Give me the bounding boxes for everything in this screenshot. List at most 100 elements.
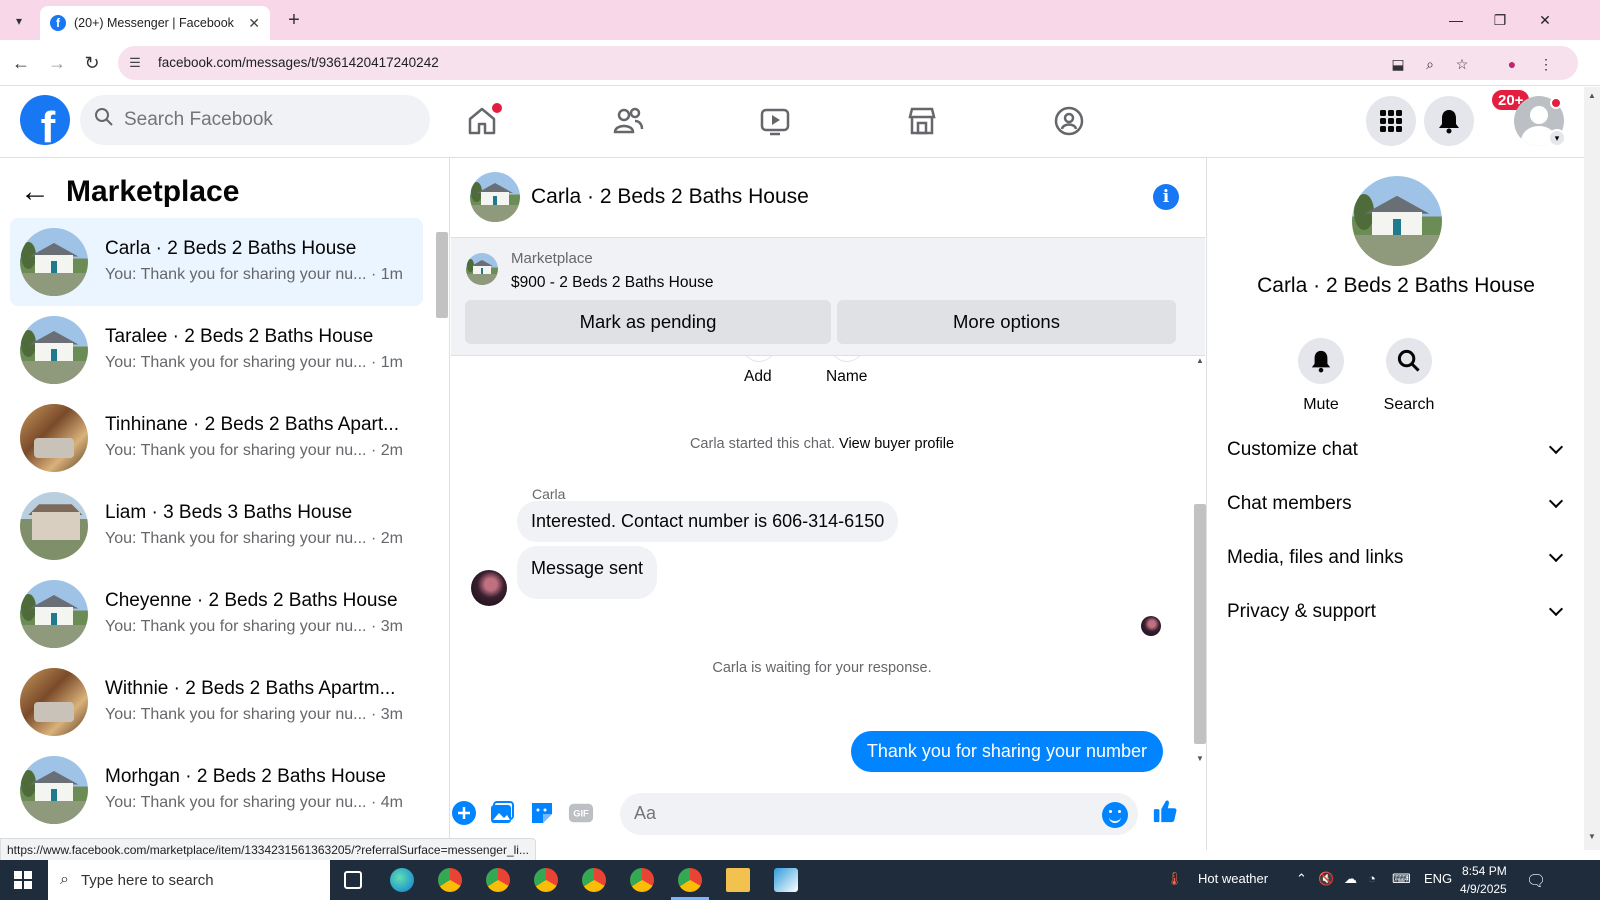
cloud-icon[interactable]: ☁ bbox=[1344, 871, 1357, 887]
privacy-support-section[interactable]: Privacy & support bbox=[1227, 592, 1567, 632]
media-files-links-section[interactable]: Media, files and links bbox=[1227, 538, 1567, 578]
windows-start-icon[interactable] bbox=[14, 871, 32, 889]
scroll-up-arrow-icon[interactable]: ▲ bbox=[1588, 91, 1596, 100]
scroll-up-arrow-icon[interactable]: ▲ bbox=[1194, 356, 1206, 365]
chrome-profile-icon[interactable] bbox=[582, 868, 606, 892]
facebook-search-box[interactable] bbox=[80, 95, 430, 145]
sender-avatar[interactable] bbox=[471, 570, 507, 606]
file-explorer-icon[interactable] bbox=[726, 868, 750, 892]
mark-as-pending-button[interactable]: Mark as pending bbox=[465, 300, 831, 344]
gif-button[interactable]: GIF bbox=[568, 800, 594, 826]
forward-button[interactable]: → bbox=[45, 51, 69, 75]
conversation-item[interactable]: Withnie · 2 Beds 2 Baths Apartm... You: … bbox=[10, 658, 423, 746]
name-circle[interactable] bbox=[830, 356, 864, 362]
bookmark-star-icon[interactable]: ☆ bbox=[1452, 54, 1472, 74]
install-app-icon[interactable]: ⬓ bbox=[1388, 54, 1408, 74]
facebook-logo[interactable]: f bbox=[20, 95, 70, 145]
minimize-button[interactable]: — bbox=[1436, 6, 1476, 34]
keyboard-icon[interactable]: ⌨ bbox=[1392, 871, 1411, 887]
add-label[interactable]: Add bbox=[744, 368, 772, 386]
chat-members-section[interactable]: Chat members bbox=[1227, 484, 1567, 524]
conversation-item[interactable]: Tinhinane · 2 Beds 2 Baths Apart... You:… bbox=[10, 394, 423, 482]
account-chevron-down-icon[interactable]: ▾ bbox=[1548, 129, 1566, 147]
chat-scrollbar[interactable]: ▲ ▼ bbox=[1194, 356, 1206, 776]
search-in-chat-button[interactable]: Search bbox=[1369, 338, 1449, 414]
weather-icon[interactable]: 🌡 bbox=[1166, 871, 1183, 887]
conversation-item[interactable]: Cheyenne · 2 Beds 2 Baths House You: Tha… bbox=[10, 570, 423, 658]
name-label[interactable]: Name bbox=[826, 368, 867, 386]
scroll-down-arrow-icon[interactable]: ▼ bbox=[1194, 754, 1206, 763]
watch-nav-button[interactable] bbox=[755, 101, 795, 141]
new-tab-button[interactable]: + bbox=[282, 8, 306, 32]
more-options-button[interactable]: More options bbox=[837, 300, 1176, 344]
chrome-profile-icon[interactable] bbox=[534, 868, 558, 892]
photos-icon[interactable] bbox=[774, 868, 798, 892]
groups-nav-button[interactable] bbox=[1049, 101, 1089, 141]
view-buyer-profile-link[interactable]: View buyer profile bbox=[839, 436, 954, 452]
add-circle[interactable] bbox=[742, 356, 776, 362]
wifi-icon[interactable]: ◔ bbox=[1368, 871, 1376, 886]
zoom-icon[interactable]: ⌕ bbox=[1420, 54, 1440, 74]
restore-button[interactable]: ❐ bbox=[1480, 6, 1520, 34]
notifications-button[interactable] bbox=[1424, 96, 1474, 146]
info-icon[interactable]: i bbox=[1153, 184, 1179, 210]
friends-nav-button[interactable] bbox=[608, 101, 648, 141]
chrome-icon[interactable] bbox=[438, 868, 462, 892]
more-actions-button[interactable] bbox=[451, 800, 477, 826]
message-input[interactable] bbox=[634, 803, 1074, 824]
listing-price-title[interactable]: $900 - 2 Beds 2 Baths House bbox=[511, 274, 714, 292]
customize-chat-section[interactable]: Customize chat bbox=[1227, 430, 1567, 470]
clock-date[interactable]: 4/9/2025 bbox=[1460, 882, 1507, 896]
marketplace-nav-button[interactable] bbox=[902, 101, 942, 141]
conversation-item[interactable]: Liam · 3 Beds 3 Baths House You: Thank y… bbox=[10, 482, 423, 570]
clock-time[interactable]: 8:54 PM bbox=[1462, 864, 1507, 878]
emoji-icon[interactable] bbox=[1102, 802, 1128, 828]
like-send-button[interactable] bbox=[1152, 798, 1178, 824]
chrome-active-icon[interactable] bbox=[678, 868, 702, 892]
tab-search-dropdown[interactable]: ▾ bbox=[8, 10, 30, 32]
tray-chevron-up-icon[interactable]: ⌃ bbox=[1296, 871, 1307, 887]
attach-photo-button[interactable] bbox=[489, 800, 515, 826]
mute-button[interactable]: Mute bbox=[1281, 338, 1361, 414]
language-indicator[interactable]: ENG bbox=[1424, 871, 1452, 886]
outgoing-message[interactable]: Thank you for sharing your number bbox=[850, 731, 1163, 772]
mute-label: Mute bbox=[1303, 396, 1339, 413]
message-input-wrapper[interactable] bbox=[620, 793, 1138, 835]
conversation-item[interactable]: Taralee · 2 Beds 2 Baths House You: Than… bbox=[10, 306, 423, 394]
task-view-icon[interactable] bbox=[344, 871, 362, 889]
profile-icon[interactable]: ● bbox=[1502, 54, 1522, 74]
menu-grid-button[interactable] bbox=[1366, 96, 1416, 146]
chrome-profile-icon[interactable] bbox=[630, 868, 654, 892]
chrome-menu-icon[interactable]: ⋮ bbox=[1536, 54, 1556, 74]
listing-thumbnail[interactable] bbox=[466, 253, 498, 285]
home-nav-button[interactable] bbox=[462, 101, 502, 141]
details-listing-avatar[interactable] bbox=[1352, 176, 1442, 266]
notification-center-icon[interactable]: 🗨 bbox=[1526, 871, 1546, 891]
taskbar-search-box[interactable]: ⌕ Type here to search bbox=[48, 860, 330, 900]
tab-close-icon[interactable]: ✕ bbox=[248, 15, 260, 32]
incoming-message[interactable]: Interested. Contact number is 606-314-61… bbox=[517, 501, 899, 542]
back-button[interactable]: ← bbox=[9, 51, 33, 75]
conversation-item[interactable]: Morhgan · 2 Beds 2 Baths House You: Than… bbox=[10, 746, 423, 834]
browser-tab[interactable]: f (20+) Messenger | Facebook ✕ bbox=[40, 6, 270, 40]
facebook-search-input[interactable] bbox=[124, 109, 404, 131]
omnibox[interactable]: ☰ facebook.com/messages/t/93614204172402… bbox=[118, 46, 1578, 80]
conversation-list: Carla · 2 Beds 2 Baths House You: Thank … bbox=[10, 218, 423, 834]
chat-listing-avatar[interactable] bbox=[470, 172, 520, 222]
reload-button[interactable]: ↻ bbox=[80, 51, 104, 75]
close-window-button[interactable]: ✕ bbox=[1525, 6, 1565, 34]
incoming-message[interactable]: Message sent bbox=[517, 546, 658, 599]
sidebar-scrollbar[interactable] bbox=[436, 220, 448, 840]
scroll-down-arrow-icon[interactable]: ▼ bbox=[1588, 832, 1596, 841]
chat-title[interactable]: Carla · 2 Beds 2 Baths House bbox=[531, 185, 809, 209]
conversation-item[interactable]: Carla · 2 Beds 2 Baths House You: Thank … bbox=[10, 218, 423, 306]
sticker-button[interactable] bbox=[529, 800, 555, 826]
site-info-icon[interactable]: ☰ bbox=[126, 54, 144, 72]
weather-text[interactable]: Hot weather bbox=[1198, 871, 1268, 886]
page-scrollbar[interactable]: ▲ ▼ bbox=[1584, 87, 1600, 850]
url-text[interactable]: facebook.com/messages/t/9361420417240242 bbox=[158, 55, 439, 70]
back-arrow-icon[interactable]: ← bbox=[20, 175, 50, 209]
volume-muted-icon[interactable]: 🔇 bbox=[1318, 871, 1334, 887]
chrome-profile-icon[interactable] bbox=[486, 868, 510, 892]
edge-browser-icon[interactable] bbox=[390, 868, 414, 892]
